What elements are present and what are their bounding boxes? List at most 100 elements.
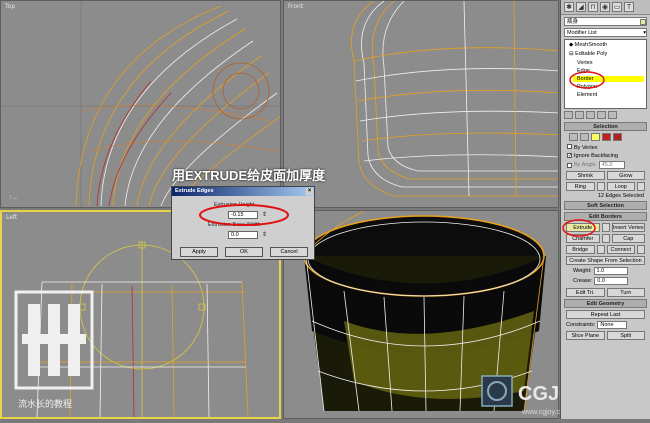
by-vertex-checkbox[interactable]: By Vertex: [567, 144, 644, 151]
stack-item-border[interactable]: Border: [573, 76, 644, 82]
by-angle-field[interactable]: 45.0: [598, 161, 625, 169]
watermark-left: 流水长的教程: [14, 290, 94, 412]
crease-row: Crease: 0.0: [573, 277, 645, 285]
element-mode-icon[interactable]: [613, 133, 622, 141]
make-unique-icon[interactable]: [586, 111, 595, 119]
front-viewport-wireframe: [351, 1, 558, 197]
extrusion-height-label: Extrusion Height: [214, 202, 255, 208]
weight-label: Weight:: [573, 268, 592, 274]
configure-sets-icon[interactable]: [608, 111, 617, 119]
shrink-button[interactable]: Shrink: [566, 171, 605, 180]
chamfer-settings-icon[interactable]: [601, 234, 610, 243]
insert-vertex-button[interactable]: Insert Vertex: [611, 223, 645, 232]
create-tab-icon[interactable]: ✱: [564, 2, 574, 12]
stack-item-label: MeshSmooth: [574, 42, 608, 48]
stack-item-label: Editable Poly: [575, 51, 608, 57]
panel-tabs: ✱ ◢ ⊓ ◉ ▭ T: [561, 0, 650, 15]
create-shape-button[interactable]: Create Shape From Selection: [566, 256, 645, 265]
shrink-grow-row: Shrink Grow: [566, 171, 645, 180]
stack-item-vertex[interactable]: Vertex: [577, 60, 593, 66]
crease-label: Crease:: [573, 278, 593, 284]
hierarchy-tab-icon[interactable]: ⊓: [588, 2, 598, 12]
bridge-button[interactable]: Bridge: [566, 245, 595, 254]
rollout-soft-selection[interactable]: Soft Selection: [564, 201, 647, 210]
extrude-button[interactable]: Extrude: [566, 223, 600, 232]
chevron-down-icon: ▾: [643, 30, 646, 36]
logo-icon: [14, 290, 94, 390]
ignore-backfacing-checkbox[interactable]: ✓ Ignore Backfacing: [567, 153, 644, 159]
extrusion-height-field[interactable]: -0.15: [228, 211, 258, 219]
display-tab-icon[interactable]: ▭: [612, 2, 622, 12]
ring-button[interactable]: Ring: [566, 182, 595, 191]
modifier-list-label: Modifier List: [567, 30, 597, 36]
spinner-icon[interactable]: [596, 182, 605, 191]
repeat-last-row: Repeat Last: [566, 310, 645, 319]
edit-tri-row: Edit Tri. Turn: [566, 288, 645, 297]
spinner-icon[interactable]: ⇕: [262, 211, 267, 218]
viewport-label: Top: [5, 3, 16, 10]
loop-button[interactable]: Loop: [606, 182, 635, 191]
edge-mode-icon[interactable]: [580, 133, 589, 141]
object-name: 瓶身: [567, 19, 579, 25]
modifier-list-dropdown[interactable]: Modifier List ▾: [564, 28, 647, 37]
modifier-stack: ◆ MeshSmooth ⊟ Editable Poly Vertex Edge…: [564, 39, 647, 109]
show-end-result-icon[interactable]: [575, 111, 584, 119]
slice-plane-row: Slice Plane Split: [566, 331, 645, 340]
grow-button[interactable]: Grow: [606, 171, 645, 180]
ignore-backfacing-label: Ignore Backfacing: [574, 153, 619, 159]
motion-tab-icon[interactable]: ◉: [600, 2, 610, 12]
close-icon[interactable]: ×: [306, 188, 313, 195]
connect-button[interactable]: Connect: [606, 245, 635, 254]
crease-field[interactable]: 0.0: [594, 277, 629, 285]
stack-item-meshsmooth[interactable]: ◆ MeshSmooth: [569, 42, 607, 48]
spinner-icon[interactable]: [637, 182, 645, 191]
repeat-last-button[interactable]: Repeat Last: [566, 310, 645, 319]
checkbox-icon: [567, 144, 572, 149]
subobject-icons: [569, 133, 647, 142]
rollout-edit-borders[interactable]: Edit Borders: [564, 212, 647, 221]
constraints-dropdown[interactable]: None: [597, 321, 628, 329]
chamfer-button[interactable]: Chamfer: [566, 234, 600, 243]
by-angle-label: By Angle: [574, 162, 596, 168]
dialog-title: Extrude Edges: [175, 188, 214, 194]
polygon-mode-icon[interactable]: [602, 133, 611, 141]
split-button[interactable]: Split: [606, 331, 645, 340]
spinner-icon[interactable]: ⇕: [262, 231, 267, 238]
weight-field[interactable]: 1.0: [593, 267, 628, 275]
color-swatch[interactable]: [640, 18, 646, 25]
modify-tab-icon[interactable]: ◢: [576, 2, 586, 12]
turn-button[interactable]: Turn: [606, 288, 645, 297]
extrude-settings-icon[interactable]: [601, 223, 610, 232]
stack-item-edge[interactable]: Edge: [577, 68, 590, 74]
chamfer-row: Chamfer Cap: [566, 234, 645, 243]
rollout-edit-geometry[interactable]: Edit Geometry: [564, 299, 647, 308]
by-angle-checkbox[interactable]: By Angle 45.0: [567, 161, 644, 169]
viewport-label: Front: [288, 3, 304, 10]
constraints-row: Constraints: None: [566, 321, 645, 329]
stack-item-polygon[interactable]: Polygon: [577, 84, 597, 90]
utilities-tab-icon[interactable]: T: [624, 2, 634, 12]
bridge-settings-icon[interactable]: [596, 245, 605, 254]
ok-button[interactable]: OK: [225, 247, 263, 257]
watermark-text: 流水长的教程: [18, 399, 73, 409]
checkbox-icon: [567, 162, 572, 168]
border-mode-icon[interactable]: [591, 133, 600, 141]
connect-settings-icon[interactable]: [637, 245, 645, 254]
extrusion-base-width-field[interactable]: 0.0: [228, 231, 258, 239]
remove-modifier-icon[interactable]: [597, 111, 606, 119]
edit-tri-button[interactable]: Edit Tri.: [566, 288, 605, 297]
slice-plane-button[interactable]: Slice Plane: [566, 331, 605, 340]
pin-stack-icon[interactable]: [564, 111, 573, 119]
cancel-button[interactable]: Cancel: [270, 247, 308, 257]
rollout-selection[interactable]: Selection: [564, 122, 647, 131]
tutorial-caption: 用EXTRUDE给皮面加厚度: [172, 168, 326, 183]
apply-button[interactable]: Apply: [180, 247, 218, 257]
vertex-mode-icon[interactable]: [569, 133, 578, 141]
dialog-titlebar[interactable]: Extrude Edges ×: [172, 187, 314, 196]
checkmark-icon: ✓: [567, 153, 573, 159]
stack-item-editable-poly[interactable]: ⊟ Editable Poly: [569, 51, 607, 57]
command-panel: ✱ ◢ ⊓ ◉ ▭ T 瓶身 Modifier List ▾ ◆ MeshSmoo…: [560, 0, 650, 419]
cap-button[interactable]: Cap: [611, 234, 645, 243]
object-name-field[interactable]: 瓶身: [564, 17, 647, 26]
stack-item-element[interactable]: Element: [577, 92, 597, 98]
